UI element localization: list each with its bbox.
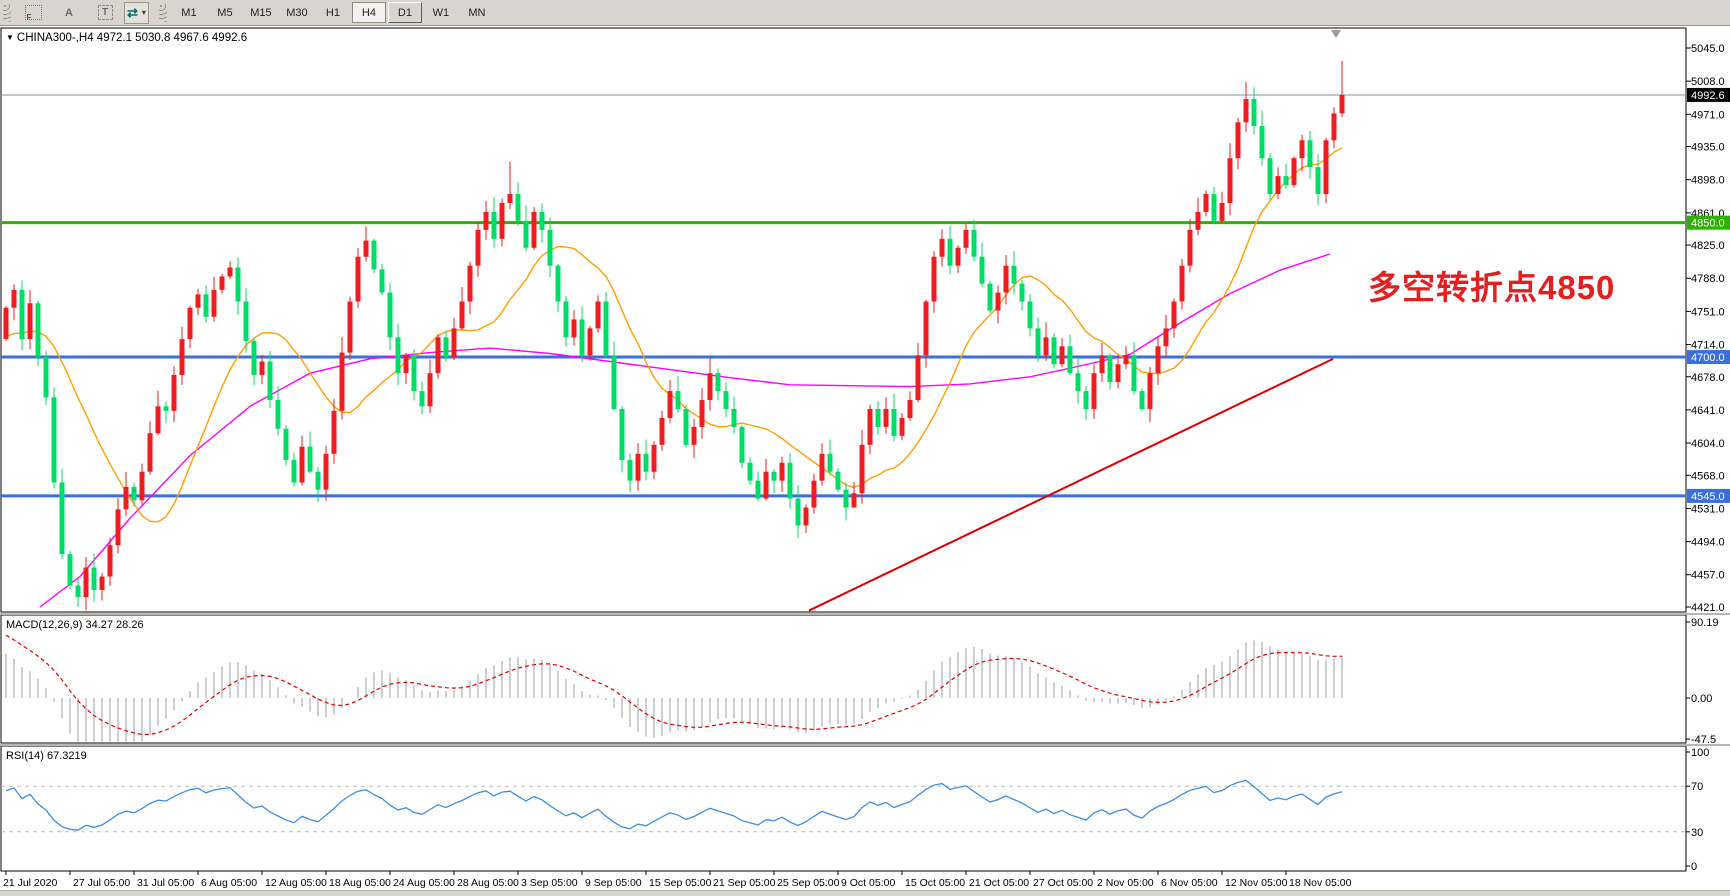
time-label: 27 Oct 05:00 [1033,877,1093,889]
svg-text:4751.0: 4751.0 [1691,306,1725,318]
price-badge-4700.0: 4700.0 [1691,352,1725,364]
time-label: 15 Oct 05:00 [905,877,965,889]
chart-canvas[interactable]: 5045.05008.04971.04935.04898.04861.04825… [0,0,1730,896]
svg-text:4971.0: 4971.0 [1691,109,1725,121]
svg-text:4604.0: 4604.0 [1691,438,1725,450]
price-badge-4545.0: 4545.0 [1691,491,1725,503]
time-label: 21 Jul 2020 [3,877,57,889]
time-label: 18 Aug 05:00 [329,877,391,889]
price-annotation-text: 多空转折点4850 [1368,261,1615,309]
svg-text:4494.0: 4494.0 [1691,537,1725,549]
svg-text:0: 0 [1691,861,1697,873]
svg-text:-47.5: -47.5 [1691,734,1716,746]
svg-text:4457.0: 4457.0 [1691,570,1725,582]
time-label: 12 Aug 05:00 [265,877,327,889]
price-badge-4850.0: 4850.0 [1691,218,1725,230]
time-label: 9 Oct 05:00 [841,877,895,889]
time-label: 18 Nov 05:00 [1289,877,1352,889]
svg-text:100: 100 [1691,747,1709,759]
time-label: 12 Nov 05:00 [1225,877,1288,889]
svg-text:70: 70 [1691,781,1703,793]
chart-title: ▼CHINA300-,H4 4972.1 5030.8 4967.6 4992.… [6,32,247,44]
svg-text:4568.0: 4568.0 [1691,470,1725,482]
time-label: 21 Oct 05:00 [969,877,1029,889]
time-label: 31 Jul 05:00 [137,877,194,889]
svg-text:4935.0: 4935.0 [1691,142,1725,154]
price-axis[interactable]: 5045.05008.04971.04935.04898.04861.04825… [1686,43,1730,614]
svg-text:5008.0: 5008.0 [1691,76,1725,88]
svg-text:4898.0: 4898.0 [1691,175,1725,187]
time-label: 25 Sep 05:00 [777,877,840,889]
time-label: 15 Sep 05:00 [649,877,712,889]
time-label: 6 Aug 05:00 [201,877,257,889]
svg-text:4641.0: 4641.0 [1691,405,1725,417]
mt4-chart-window: F A T ⇄ ▾ M1M5M15M30H1H4D1W1MN 5045.0500… [0,0,1730,896]
svg-text:4714.0: 4714.0 [1691,340,1725,352]
svg-text:4788.0: 4788.0 [1691,273,1725,285]
svg-text:0.00: 0.00 [1691,693,1712,705]
panel-frames [0,28,1730,871]
time-axis[interactable]: 21 Jul 2020 27 Jul 05:00 31 Jul 05:00 6 Aug… [3,871,1352,889]
time-label: 3 Sep 05:00 [521,877,578,889]
price-badge-4992.6: 4992.6 [1691,90,1725,102]
svg-text:90.19: 90.19 [1691,617,1719,629]
time-label: 2 Nov 05:00 [1097,877,1154,889]
time-label: 24 Aug 05:00 [393,877,455,889]
time-label: 9 Sep 05:00 [585,877,642,889]
time-label: 28 Aug 05:00 [457,877,519,889]
macd-indicator-label: MACD(12,26,9) 34.27 28.26 [6,619,144,631]
svg-text:4421.0: 4421.0 [1691,602,1725,614]
svg-text:4531.0: 4531.0 [1691,503,1725,515]
svg-text:5045.0: 5045.0 [1691,43,1725,55]
svg-text:4678.0: 4678.0 [1691,372,1725,384]
time-label: 27 Jul 05:00 [73,877,130,889]
rsi-indicator-label: RSI(14) 67.3219 [6,750,87,762]
time-label: 21 Sep 05:00 [713,877,776,889]
status-strip [0,890,1730,896]
collapse-triangle-icon[interactable]: ▼ [6,33,14,42]
svg-text:4825.0: 4825.0 [1691,240,1725,252]
time-label: 6 Nov 05:00 [1161,877,1218,889]
svg-text:30: 30 [1691,827,1703,839]
